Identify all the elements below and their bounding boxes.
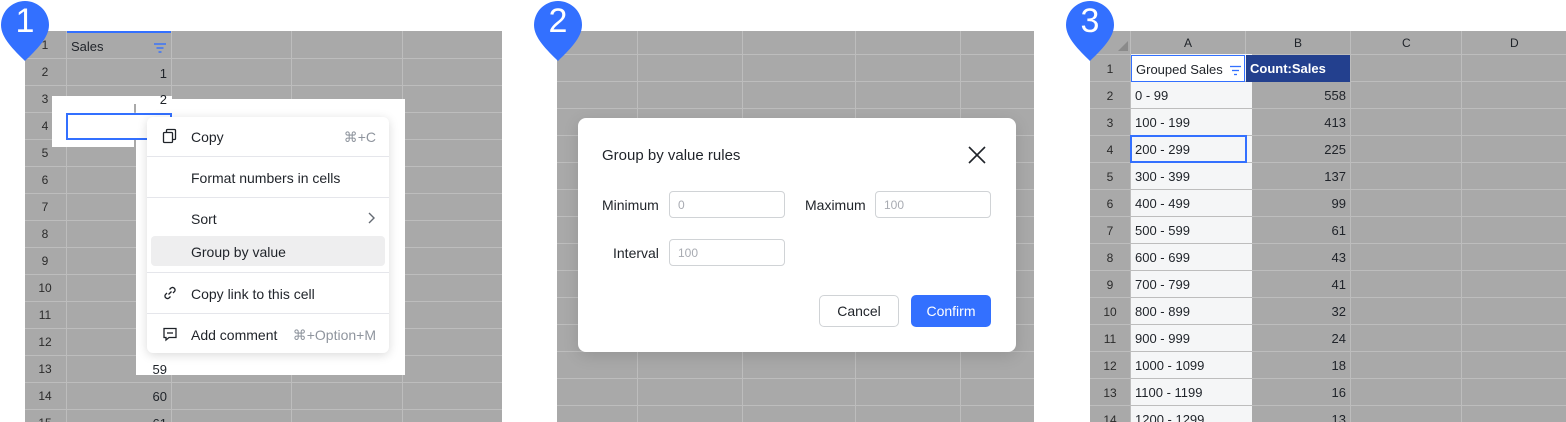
row-number[interactable]: 15 — [25, 416, 65, 422]
step3-spreadsheet: A B C D 120 - 99 558 3 100 - 199 413 4 200 - 2… — [1090, 31, 1566, 422]
filter-icon[interactable] — [153, 42, 167, 54]
row-number[interactable]: 11 — [1090, 332, 1130, 346]
row-number[interactable]: 9 — [25, 254, 65, 268]
menu-item-copy-link[interactable]: Copy link to this cell — [147, 278, 389, 308]
step-badge-2: 2 — [533, 0, 583, 62]
maximum-label: Maximum — [805, 197, 866, 213]
select-all-corner[interactable] — [1118, 41, 1128, 51]
row-number[interactable]: 14 — [1090, 413, 1130, 422]
header-label: Sales — [71, 39, 104, 54]
count-cell[interactable]: 43 — [1246, 250, 1346, 265]
grouped-range-cell[interactable]: 1100 - 1199 — [1135, 385, 1202, 400]
grouped-range-cell[interactable]: 300 - 399 — [1135, 169, 1190, 184]
filter-icon[interactable] — [1229, 65, 1242, 76]
row-number[interactable]: 6 — [25, 173, 65, 187]
context-menu: Copy ⌘+C Format numbers in cells Sort Gr… — [147, 117, 389, 353]
chevron-right-icon — [368, 212, 375, 224]
row-number[interactable]: 5 — [1090, 170, 1130, 184]
menu-item-group-by-value[interactable]: Group by value — [151, 236, 385, 266]
count-cell[interactable]: 225 — [1246, 142, 1346, 157]
count-cell[interactable]: 558 — [1246, 88, 1346, 103]
grouped-range-cell[interactable]: 800 - 899 — [1135, 304, 1190, 319]
grouped-range-cell[interactable]: 0 - 99 — [1135, 88, 1168, 103]
row-number[interactable]: 7 — [1090, 224, 1130, 238]
row-number[interactable]: 13 — [25, 362, 65, 376]
copy-icon — [162, 128, 177, 144]
row-number[interactable]: 12 — [25, 335, 65, 349]
grouped-range-cell[interactable]: 600 - 699 — [1135, 250, 1190, 265]
count-cell[interactable]: 413 — [1246, 115, 1346, 130]
link-icon — [164, 286, 176, 300]
step-badge-1: 1 — [0, 0, 50, 62]
column-header-c[interactable]: C — [1402, 36, 1411, 50]
row-number[interactable]: 11 — [25, 308, 65, 322]
header-cell-sales[interactable]: Sales — [67, 31, 171, 58]
grouped-range-cell[interactable]: 500 - 599 — [1135, 223, 1190, 238]
interval-label: Interval — [613, 245, 659, 261]
count-cell[interactable]: 13 — [1246, 412, 1346, 422]
row-number[interactable]: 1 — [1090, 62, 1130, 76]
column-header-b[interactable]: B — [1294, 36, 1302, 50]
interval-input[interactable] — [669, 239, 785, 266]
row-number[interactable]: 6 — [1090, 197, 1130, 211]
comment-icon — [163, 327, 177, 342]
row-number[interactable]: 3 — [1090, 116, 1130, 130]
close-icon[interactable] — [966, 144, 988, 166]
row-number[interactable]: 14 — [25, 389, 65, 403]
count-cell[interactable]: 16 — [1246, 385, 1346, 400]
row-number[interactable]: 13 — [1090, 386, 1130, 400]
grouped-range-cell[interactable]: 900 - 999 — [1135, 331, 1190, 346]
grouped-range-cell[interactable]: 1000 - 1099 — [1135, 358, 1204, 373]
grouped-range-cell[interactable]: 1200 - 1299 — [1135, 412, 1204, 422]
menu-item-sort[interactable]: Sort — [147, 203, 389, 233]
cell-a13[interactable]: 59 — [67, 362, 167, 377]
row-number[interactable]: 4 — [1090, 143, 1130, 157]
cell-a3[interactable]: 2 — [67, 92, 167, 107]
count-cell[interactable]: 18 — [1246, 358, 1346, 373]
count-cell[interactable]: 137 — [1246, 169, 1346, 184]
menu-item-copy[interactable]: Copy ⌘+C — [147, 121, 389, 151]
row-number[interactable]: 12 — [1090, 359, 1130, 373]
column-header-bar — [1090, 31, 1566, 54]
group-by-value-dialog: Group by value rules Minimum Maximum Int… — [578, 118, 1016, 352]
row-number[interactable]: 9 — [1090, 278, 1130, 292]
count-cell[interactable]: 41 — [1246, 277, 1346, 292]
row-number[interactable]: 10 — [25, 281, 65, 295]
cell-a15[interactable]: 61 — [67, 416, 167, 422]
row-number[interactable]: 2 — [25, 65, 65, 79]
column-header-a[interactable]: A — [1184, 36, 1192, 50]
row-number[interactable]: 2 — [1090, 89, 1130, 103]
dialog-title: Group by value rules — [602, 147, 741, 164]
minimum-input[interactable] — [669, 191, 785, 218]
grouped-range-cell[interactable]: 700 - 799 — [1135, 277, 1190, 292]
minimum-label: Minimum — [602, 197, 659, 213]
row-number[interactable]: 5 — [25, 146, 65, 160]
menu-item-add-comment[interactable]: Add comment ⌘+Option+M — [147, 319, 389, 349]
row-number[interactable]: 10 — [1090, 305, 1130, 319]
confirm-button[interactable]: Confirm — [911, 295, 991, 327]
count-cell[interactable]: 99 — [1246, 196, 1346, 211]
count-cell[interactable]: 61 — [1246, 223, 1346, 238]
cell-a2[interactable]: 1 — [67, 66, 167, 81]
row-number[interactable]: 8 — [1090, 251, 1130, 265]
maximum-input[interactable] — [875, 191, 991, 218]
row-number[interactable]: 7 — [25, 200, 65, 214]
cell-a14[interactable]: 60 — [67, 389, 167, 404]
header-cell-count-sales[interactable]: Count:Sales — [1246, 55, 1350, 82]
grouped-range-cell[interactable]: 400 - 499 — [1135, 196, 1190, 211]
count-cell[interactable]: 24 — [1246, 331, 1346, 346]
cancel-button[interactable]: Cancel — [819, 295, 899, 327]
grouped-range-cell[interactable]: 100 - 199 — [1135, 115, 1190, 130]
count-cell[interactable]: 32 — [1246, 304, 1346, 319]
selected-cell[interactable] — [1130, 135, 1247, 163]
header-cell-grouped-sales[interactable]: Grouped Sales — [1131, 55, 1245, 82]
step-badge-3: 3 — [1065, 0, 1115, 62]
menu-item-format-numbers[interactable]: Format numbers in cells — [147, 162, 389, 192]
row-number[interactable]: 8 — [25, 227, 65, 241]
column-header-d[interactable]: D — [1510, 36, 1519, 50]
